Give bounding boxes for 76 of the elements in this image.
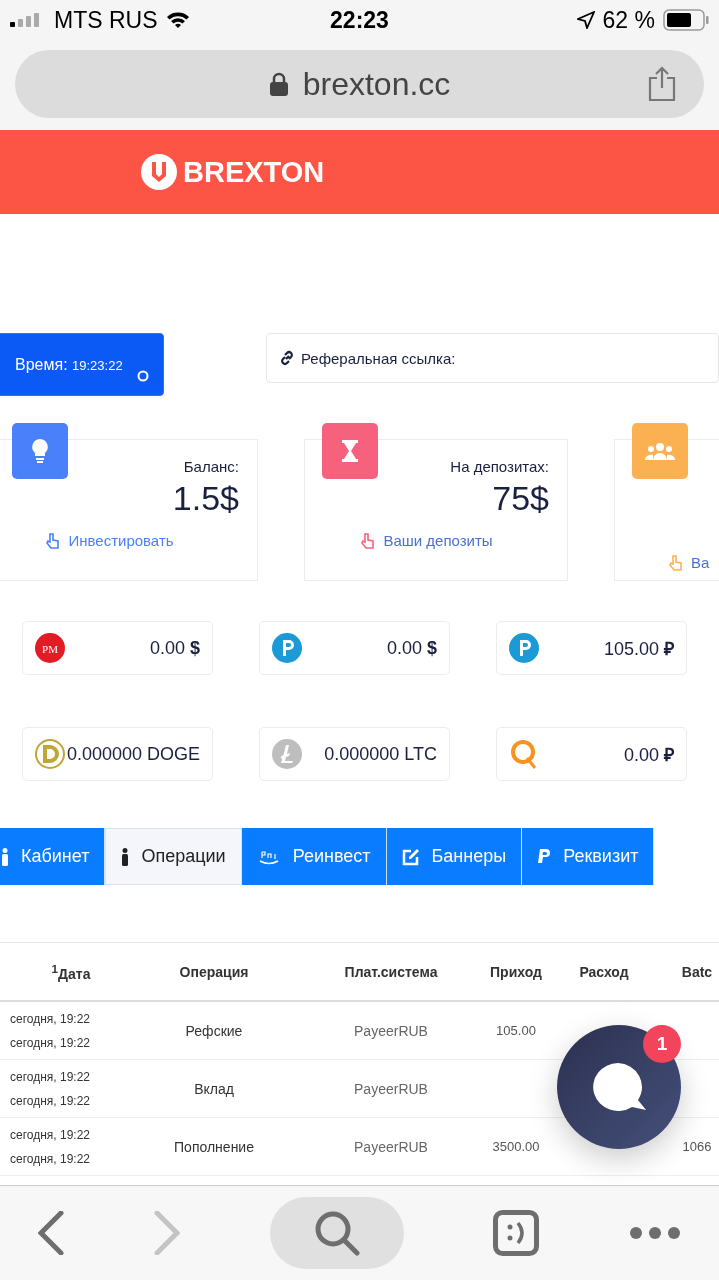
wallet-balance: 105.00 ₽ <box>496 621 687 675</box>
shield-logo-icon <box>141 154 177 190</box>
stat-label: На депозитах: <box>450 458 549 475</box>
nav-tab[interactable]: Операции <box>105 828 242 885</box>
pointing-hand-icon <box>361 532 376 549</box>
wallet-balance: 0.00 $ <box>259 621 450 675</box>
lightbulb-icon <box>30 438 50 464</box>
nav-tab[interactable]: Реинвест <box>241 828 387 885</box>
battery-icon <box>663 9 709 31</box>
chat-button[interactable]: 1 <box>557 1025 681 1149</box>
person-icon <box>121 847 130 866</box>
system-cell-text: PayeerRUB <box>353 1022 429 1039</box>
system-cell-text: PayeerRUB <box>353 1080 429 1097</box>
system-cell-text: PayeerRUB <box>353 1138 429 1155</box>
date-cell-text: сегодня, 19:22 <box>10 1035 92 1050</box>
column-header: Плат.система <box>343 963 439 980</box>
search-icon <box>313 1210 360 1256</box>
wallet-balance: 0.000000 DOGE <box>22 727 213 781</box>
operation-cell-text: Вклад <box>193 1080 235 1097</box>
hourglass-icon <box>341 439 359 463</box>
lock-icon <box>268 72 289 96</box>
clock: 22:23 <box>330 6 389 34</box>
wallet-balance: 0.000000 LTC <box>259 727 450 781</box>
column-header: Расход <box>578 963 630 980</box>
more-icon[interactable] <box>629 1226 681 1240</box>
column-header: Приход <box>489 963 543 980</box>
back-icon[interactable] <box>38 1211 64 1255</box>
wallet-balance: PM 0.00 $ <box>22 621 213 675</box>
payeer-coin-icon <box>509 633 539 663</box>
stat-link[interactable]: Ва <box>669 554 710 571</box>
referral-link-box[interactable]: Реферальная ссылка: <box>266 333 719 383</box>
stat-link[interactable]: Ваши депозиты <box>361 532 493 549</box>
column-header: $^{1}$Дата <box>50 961 92 982</box>
paypal-icon <box>537 848 552 865</box>
share-icon[interactable] <box>646 66 678 102</box>
doge-coin-icon <box>35 739 65 769</box>
stat-link[interactable]: Инвестировать <box>46 532 174 549</box>
carrier-name: MTS RUS <box>54 6 158 34</box>
wifi-icon <box>165 11 190 29</box>
time-label: Время: 19:23:22 <box>15 355 123 374</box>
income-cell: 3500.00 <box>492 1139 540 1154</box>
edit-icon <box>401 847 420 866</box>
logo-text: BREXTON <box>183 155 325 189</box>
person-icon <box>1 847 9 866</box>
date-cell-text: сегодня, 19:22 <box>10 1093 92 1108</box>
speech-bubble-icon <box>591 1061 647 1113</box>
address-bar[interactable]: brexton.cc <box>15 50 704 118</box>
notification-badge: 1 <box>643 1025 681 1063</box>
stat-label: Баланс: <box>183 458 239 475</box>
column-header: Операция <box>178 963 250 980</box>
date-cell-text: сегодня, 19:22 <box>10 1127 92 1142</box>
operation-cell-text: Рефские <box>184 1022 244 1039</box>
users-icon <box>645 442 675 460</box>
operation-cell-text: Пополнение <box>173 1138 255 1155</box>
nav-tab[interactable]: Кабинет <box>0 828 106 885</box>
payeer-coin-icon <box>272 633 302 663</box>
date-cell-text: сегодня, 19:22 <box>10 1151 92 1166</box>
stat-value: 1.5$ <box>172 479 239 518</box>
link-icon <box>279 350 295 366</box>
smiley-tab-icon[interactable] <box>493 1210 540 1256</box>
income-cell: 105.00 <box>496 1023 536 1038</box>
pm-coin-icon: PM <box>35 633 65 663</box>
column-header: Batc <box>680 963 714 980</box>
stat-value: 75$ <box>492 479 549 518</box>
nav-tab[interactable]: Баннеры <box>386 828 523 885</box>
pointing-hand-icon <box>46 532 61 549</box>
date-cell-text: сегодня, 19:22 <box>10 1011 92 1026</box>
wallet-balance: 0.00 ₽ <box>496 727 687 781</box>
ring-icon <box>137 370 149 382</box>
nav-tab[interactable]: Реквизит <box>522 828 655 885</box>
litecoin-icon <box>272 739 302 769</box>
location-arrow-icon <box>576 11 595 29</box>
pointing-hand-icon <box>669 554 683 571</box>
battery-percent: 62 % <box>602 6 655 34</box>
date-cell-text: сегодня, 19:22 <box>10 1069 92 1084</box>
batch-cell: 1066 <box>682 1139 712 1154</box>
